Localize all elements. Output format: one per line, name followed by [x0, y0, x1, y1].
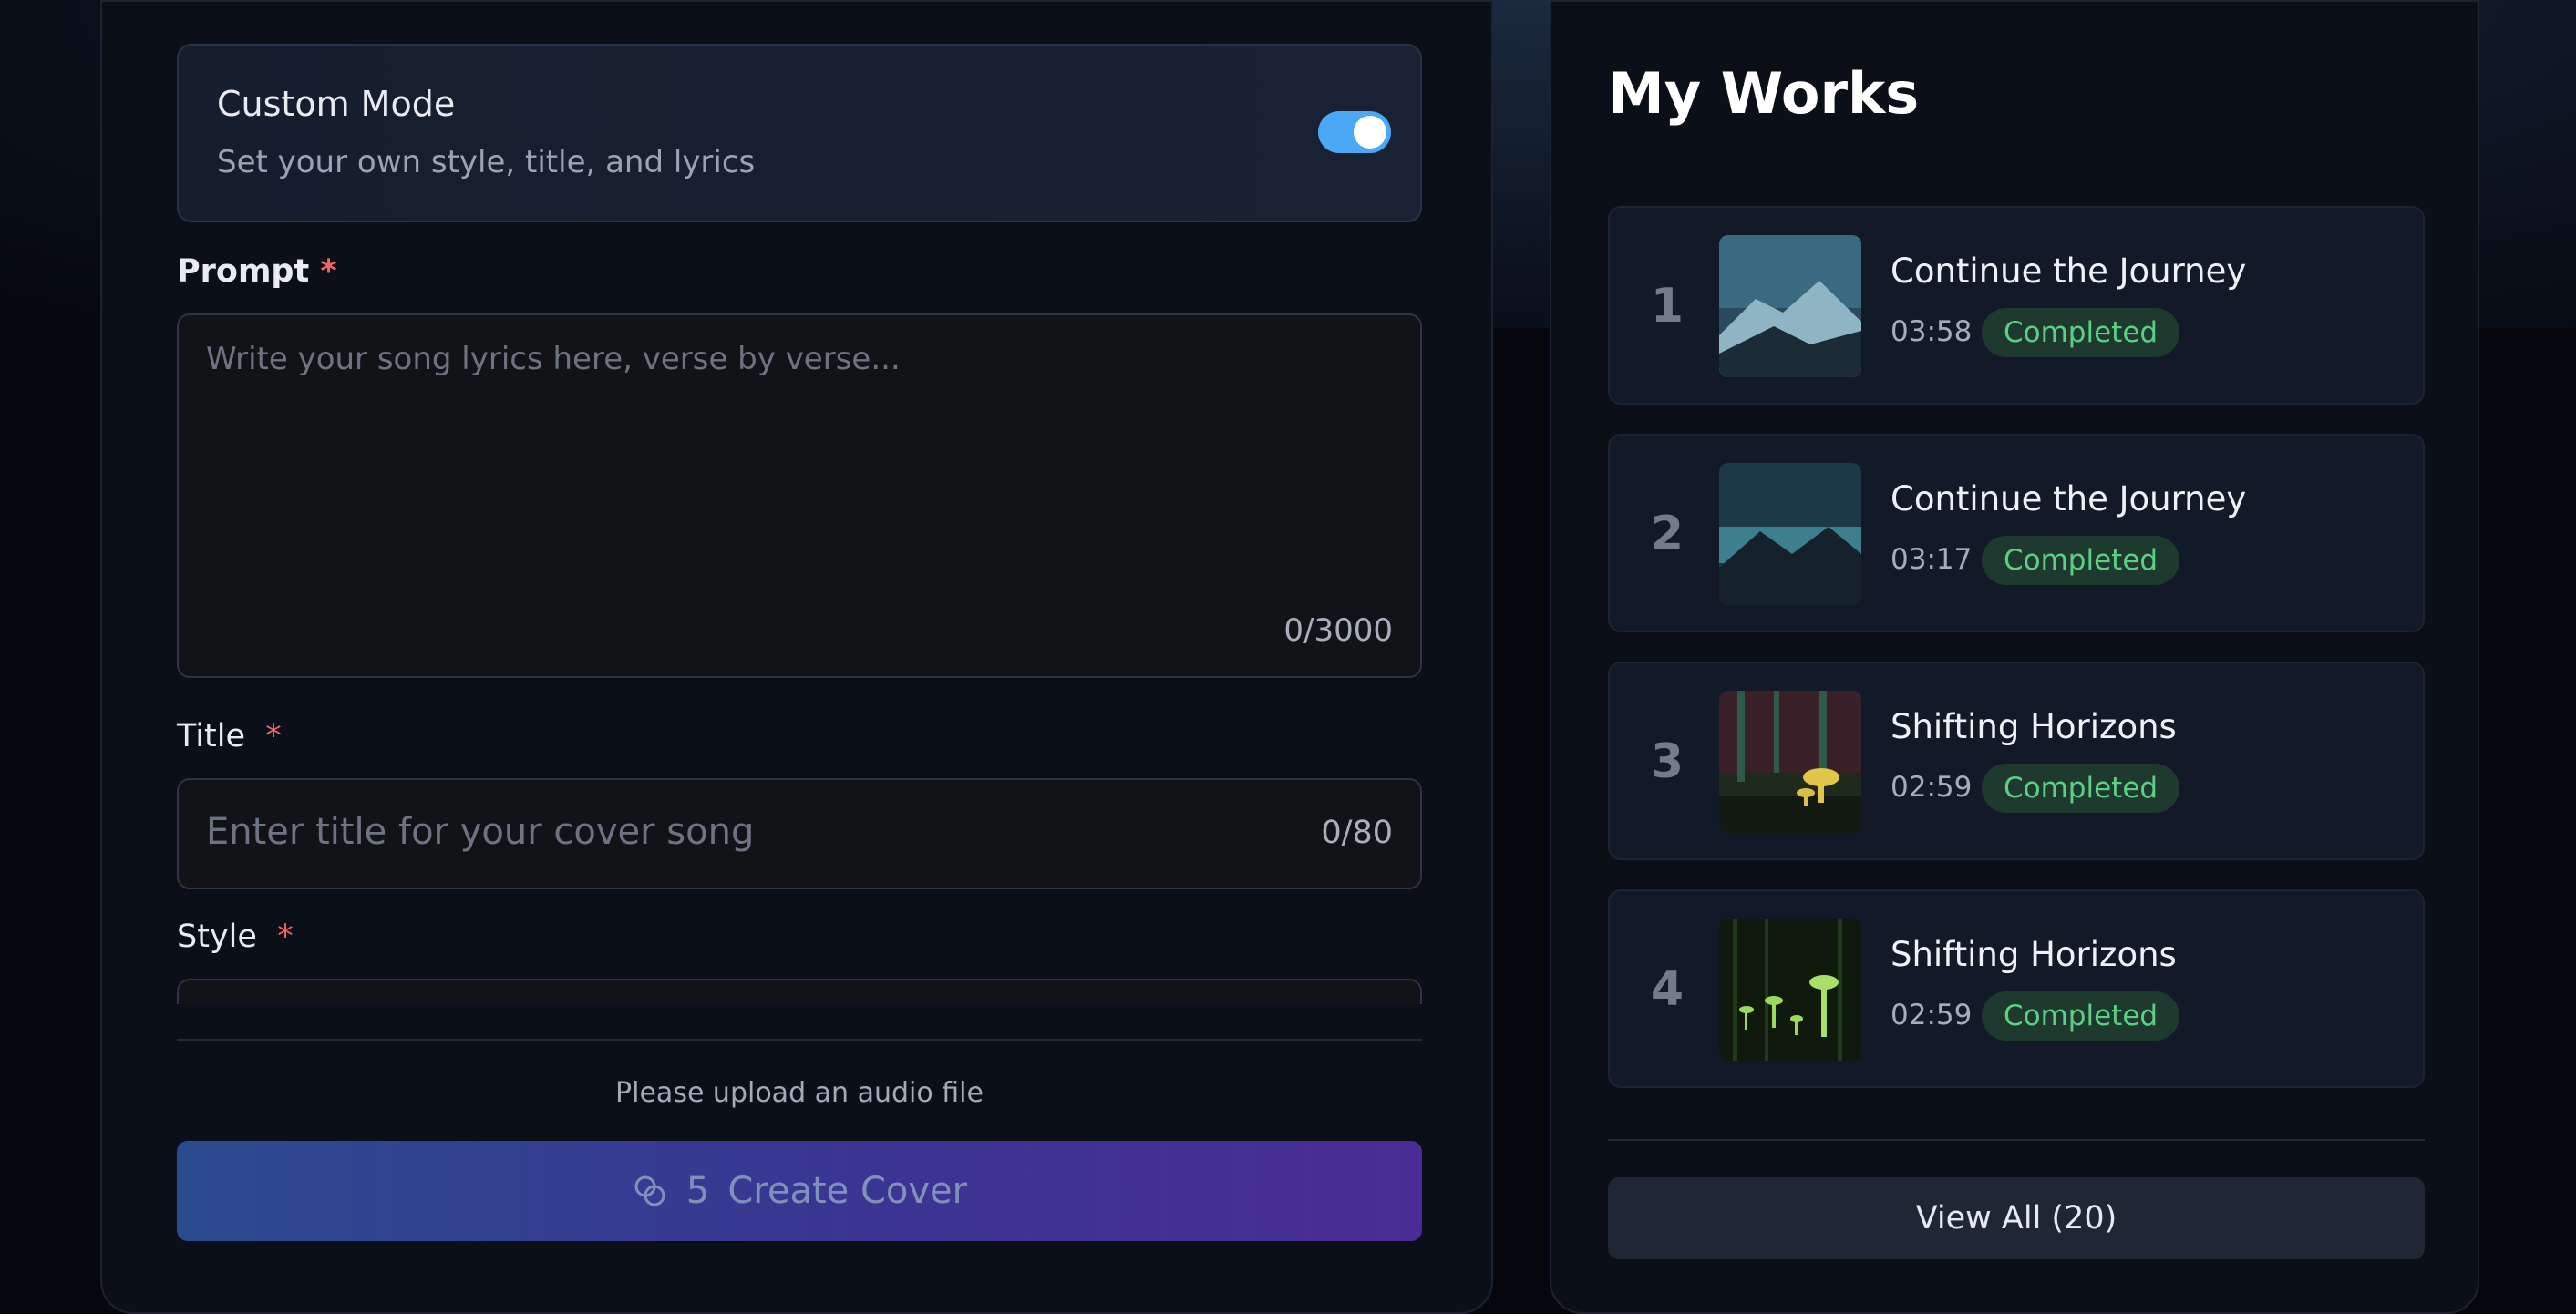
view-all-button[interactable]: View All (20) [1608, 1177, 2425, 1259]
work-item[interactable]: 1 Continue the Journey 03:58 Completed [1608, 206, 2425, 405]
title-label-text: Title [177, 718, 246, 755]
work-title: Shifting Horizons [1891, 707, 2177, 746]
custom-mode-subtitle: Set your own style, title, and lyrics [217, 144, 756, 180]
work-thumbnail [1719, 919, 1861, 1061]
work-duration: 03:17 [1891, 543, 1973, 576]
work-thumbnail [1719, 235, 1861, 377]
work-title: Shifting Horizons [1891, 935, 2177, 974]
prompt-label: Prompt * [177, 253, 337, 290]
create-cover-label: Create Cover [727, 1170, 968, 1212]
prompt-textarea[interactable]: Write your song lyrics here, verse by ve… [177, 313, 1422, 678]
work-thumbnail [1719, 691, 1861, 833]
custom-mode-card: Custom Mode Set your own style, title, a… [177, 44, 1422, 222]
work-index: 2 [1650, 507, 1685, 561]
prompt-placeholder: Write your song lyrics here, verse by ve… [206, 341, 901, 377]
title-char-counter: 0/80 [1321, 815, 1393, 851]
cover-form-panel: Custom Mode Set your own style, title, a… [100, 0, 1493, 1314]
create-cover-button[interactable]: 5 Create Cover [177, 1141, 1422, 1241]
work-item[interactable]: 3 Shifting Horizons 02:59 Completed [1608, 662, 2425, 860]
work-thumbnail [1719, 463, 1861, 605]
custom-mode-title: Custom Mode [217, 84, 456, 124]
status-badge: Completed [1982, 308, 2180, 357]
work-item[interactable]: 2 Continue the Journey 03:17 Completed [1608, 434, 2425, 632]
work-duration: 02:59 [1891, 999, 1973, 1032]
work-index: 1 [1650, 279, 1685, 334]
my-works-title: My Works [1608, 60, 1920, 127]
status-badge: Completed [1982, 536, 2180, 585]
work-item[interactable]: 4 Shifting Horizons 02:59 Completed [1608, 889, 2425, 1088]
work-index: 4 [1650, 962, 1685, 1017]
form-divider [177, 1039, 1422, 1041]
title-label: Title * [177, 718, 282, 755]
works-divider [1608, 1139, 2425, 1141]
required-mark: * [265, 718, 282, 755]
work-index: 3 [1650, 734, 1685, 789]
status-badge: Completed [1982, 991, 2180, 1041]
required-mark: * [320, 253, 337, 290]
my-works-panel: My Works 1 Continue the Journey 03:58 Co… [1550, 0, 2479, 1314]
required-mark: * [277, 919, 294, 955]
custom-mode-toggle[interactable] [1318, 111, 1391, 153]
style-label-text: Style [177, 919, 257, 955]
prompt-label-text: Prompt [177, 253, 310, 290]
toggle-knob [1354, 116, 1386, 149]
work-title: Continue the Journey [1891, 252, 2247, 291]
credit-cost: 5 [685, 1170, 710, 1212]
title-input[interactable]: Enter title for your cover song 0/80 [177, 778, 1422, 889]
work-duration: 02:59 [1891, 771, 1973, 804]
status-badge: Completed [1982, 764, 2180, 813]
style-input[interactable] [177, 979, 1422, 1004]
coins-icon [634, 1175, 665, 1206]
title-placeholder: Enter title for your cover song [206, 811, 755, 853]
work-duration: 03:58 [1891, 315, 1973, 348]
upload-notice: Please upload an audio file [615, 1077, 984, 1109]
prompt-char-counter: 0/3000 [1283, 612, 1393, 649]
style-label: Style * [177, 919, 294, 955]
work-title: Continue the Journey [1891, 479, 2247, 518]
